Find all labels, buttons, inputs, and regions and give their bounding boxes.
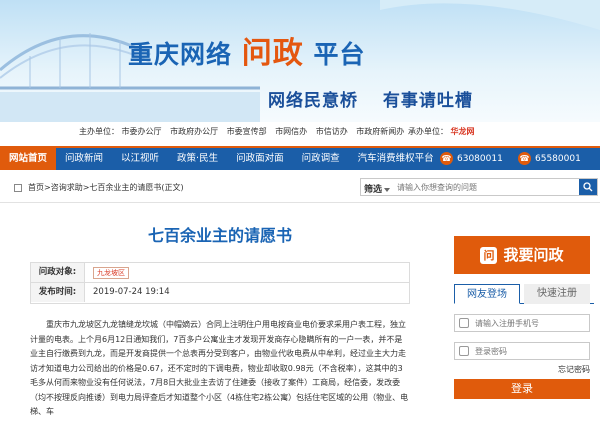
search-input[interactable] bbox=[397, 181, 577, 194]
hotline-2: ☎ 65580001 bbox=[518, 152, 581, 165]
target-tag[interactable]: 九龙坡区 bbox=[93, 267, 129, 279]
site-title: 重庆网络 问政 平台 bbox=[128, 36, 366, 71]
article-title: 七百余业主的请愿书 bbox=[147, 226, 292, 245]
host-link[interactable]: 市信访办 bbox=[316, 127, 348, 136]
nav-item-home[interactable]: 网站首页 bbox=[0, 148, 57, 170]
nav-item-news[interactable]: 问政新闻 bbox=[56, 148, 112, 170]
phone-icon: ☎ bbox=[518, 152, 531, 165]
article-body: 重庆市九龙坡区九龙镇缝龙坎城（中帽嫡云）合同上注明住户用电按商业电价要求采用户表… bbox=[30, 320, 409, 416]
organizer: 承办单位： 华龙网 bbox=[408, 127, 475, 136]
slogan-part-1: 网络民意桥 bbox=[268, 91, 358, 111]
breadcrumb: 首页>咨询求助>七百余业主的请愿书(正文) bbox=[14, 182, 184, 193]
login-button[interactable]: 登录 bbox=[454, 379, 590, 399]
host-link[interactable]: 市政府新闻办 bbox=[356, 127, 404, 136]
ask-icon: 问 bbox=[480, 247, 498, 264]
meta-row: 发布时间: 2019-07-24 19:14 bbox=[31, 283, 409, 303]
host-link[interactable]: 市网信办 bbox=[275, 127, 307, 136]
site-banner: 重庆网络 问政 平台 网络民意桥 有事请吐槽 bbox=[0, 0, 600, 122]
meta-value: 九龙坡区 bbox=[93, 263, 129, 283]
meta-key: 发布时间: bbox=[31, 283, 85, 302]
chevron-down-icon bbox=[384, 187, 391, 192]
tab-register[interactable]: 快速注册 bbox=[524, 284, 590, 304]
article-meta-table: 问政对象: 九龙坡区 发布时间: 2019-07-24 19:14 bbox=[30, 262, 410, 304]
search-bar: 筛选 bbox=[360, 178, 598, 196]
slogan-part-2: 有事请吐槽 bbox=[382, 91, 473, 111]
sponsor-row: 主办单位： 市委办公厅 市政府办公厅 市委宣传部 市网信办 市信访办 市政府新闻… bbox=[0, 126, 600, 140]
phone-field bbox=[454, 314, 590, 332]
host-link[interactable]: 市委办公厅 bbox=[122, 127, 162, 136]
login-tabs: 网友登场 快速注册 bbox=[454, 284, 594, 304]
nav-item-face-to-face[interactable]: 问政面对面 bbox=[227, 148, 293, 170]
divider bbox=[0, 202, 600, 203]
main-nav: 网站首页 问政新闻 以江视听 政策·民生 问政面对面 问政调查 汽车消费维权平台… bbox=[0, 146, 600, 170]
lock-icon bbox=[459, 346, 469, 356]
password-input[interactable] bbox=[475, 345, 585, 358]
search-icon bbox=[583, 182, 593, 192]
hotline-1: ☎ 63080011 bbox=[440, 152, 503, 165]
filter-select[interactable]: 筛选 bbox=[364, 182, 391, 195]
hualong-logo[interactable]: 华龙网 bbox=[451, 127, 475, 136]
publish-time: 2019-07-24 19:14 bbox=[93, 287, 170, 297]
ask-question-button[interactable]: 问我要问政 bbox=[454, 236, 590, 274]
meta-row: 问政对象: 九龙坡区 bbox=[31, 263, 409, 283]
phone-icon: ☎ bbox=[440, 152, 453, 165]
nav-item-policy[interactable]: 政策·民生 bbox=[168, 148, 227, 170]
sidebar: 问我要问政 网友登场 快速注册 忘记密码 登录 bbox=[454, 236, 594, 399]
site-title-highlight: 问政 bbox=[241, 36, 304, 71]
forgot-password-link[interactable]: 忘记密码 bbox=[454, 364, 590, 375]
user-icon bbox=[459, 318, 469, 328]
host-units: 主办单位： 市委办公厅 市政府办公厅 市委宣传部 市网信办 市信访办 市政府新闻… bbox=[79, 127, 405, 136]
tab-login[interactable]: 网友登场 bbox=[454, 284, 520, 304]
nav-item-video[interactable]: 以江视听 bbox=[112, 148, 168, 170]
site-slogan: 网络民意桥 有事请吐槽 bbox=[268, 86, 491, 111]
phone-input[interactable] bbox=[475, 317, 585, 330]
nav-item-survey[interactable]: 问政调查 bbox=[293, 148, 349, 170]
search-button[interactable] bbox=[579, 179, 597, 195]
meta-key: 问政对象: bbox=[31, 263, 85, 282]
home-icon[interactable] bbox=[14, 183, 22, 192]
host-link[interactable]: 市委宣传部 bbox=[227, 127, 267, 136]
nav-item-car-rights[interactable]: 汽车消费维权平台 bbox=[349, 148, 443, 170]
password-field bbox=[454, 342, 590, 360]
host-link[interactable]: 市政府办公厅 bbox=[170, 127, 218, 136]
